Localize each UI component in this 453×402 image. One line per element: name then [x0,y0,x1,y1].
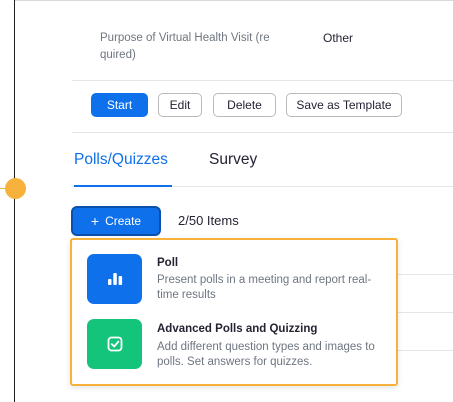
menu-item-description: Add different question types and images … [157,341,375,368]
annotation-marker [5,178,26,199]
check-square-icon [87,319,142,369]
purpose-field-value: Other [323,31,354,45]
plus-icon: + [90,213,100,229]
create-dropdown-menu: Poll Present polls in a meeting and repo… [70,238,398,386]
row-divider [395,350,453,351]
page-top-border [14,0,453,1]
create-button-label: Create [105,214,142,228]
row-divider [395,274,453,275]
row-divider [395,312,453,313]
menu-item-title: Advanced Polls and Quizzing [157,323,318,335]
active-tab-indicator [74,185,172,187]
menu-item-advanced-polls[interactable]: Advanced Polls and Quizzing Add differen… [72,312,396,384]
tab-polls-quizzes[interactable]: Polls/Quizzes [74,150,168,170]
create-button[interactable]: + Create [73,208,159,234]
save-as-template-button[interactable]: Save as Template [286,93,402,117]
edit-button[interactable]: Edit [158,93,202,117]
content-left-border [14,0,15,402]
items-count: 2/50 Items [178,213,239,228]
divider [72,132,453,133]
menu-item-title: Poll [157,257,179,269]
bar-chart-icon [87,254,142,304]
menu-item-poll[interactable]: Poll Present polls in a meeting and repo… [72,240,396,310]
menu-item-description: Present polls in a meeting and report re… [157,274,372,301]
delete-button[interactable]: Delete [213,93,276,117]
tab-survey[interactable]: Survey [209,150,257,170]
purpose-field-label: Purpose of Virtual Health Visit (re quir… [100,32,270,61]
start-button[interactable]: Start [91,93,148,117]
divider [72,80,453,81]
